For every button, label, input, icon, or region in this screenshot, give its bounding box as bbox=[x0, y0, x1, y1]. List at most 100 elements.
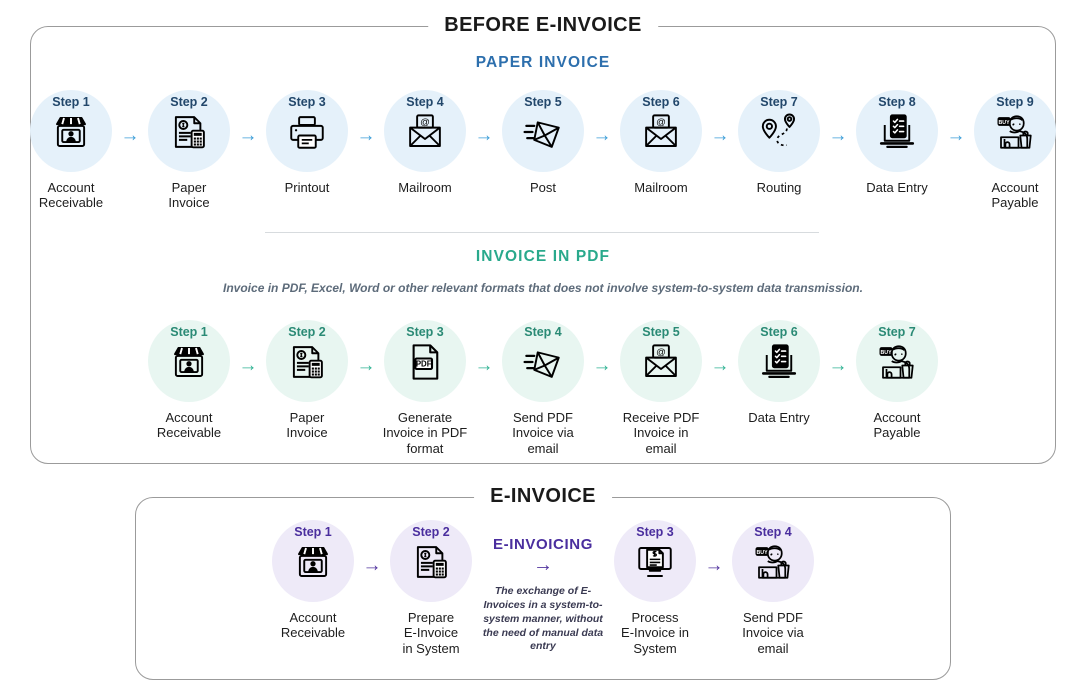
flow-step[interactable]: Step 3 PDF Generate Invoice in PDF format bbox=[379, 320, 471, 456]
step-number-label: Step 5 bbox=[642, 325, 680, 339]
step-caption: Mailroom bbox=[398, 180, 452, 195]
invoice-in-pdf-flow: Step 1 Account Receivable → Step 2 Paper Inv… bbox=[0, 320, 1086, 456]
storefront-icon bbox=[168, 341, 210, 383]
flow-step[interactable]: Step 4 Send PDF Invoice via email bbox=[497, 320, 589, 456]
einvoicing-label: E-INVOICING bbox=[493, 536, 593, 553]
storefront-icon bbox=[50, 111, 92, 153]
flow-step[interactable]: Step 2 Paper Invoice bbox=[143, 90, 235, 211]
shopper-buy-icon: BUY bbox=[876, 341, 918, 383]
flow-step[interactable]: Step 3 Printout bbox=[261, 90, 353, 195]
step-caption: Process E-Invoice in System bbox=[621, 610, 689, 656]
einvoicing-description: The exchange of E-Invoices in a system-t… bbox=[482, 585, 604, 653]
flow-step[interactable]: Step 1 Account Receivable bbox=[143, 320, 235, 441]
step-number-label: Step 2 bbox=[288, 325, 326, 339]
invoice-calculator-icon bbox=[286, 341, 328, 383]
step-number-label: Step 7 bbox=[878, 325, 916, 339]
step-caption: Printout bbox=[284, 180, 330, 195]
flow-step[interactable]: Step 7 BUY Account Payable bbox=[851, 320, 943, 441]
flow-arrow-icon: → bbox=[710, 355, 730, 376]
step-bubble: Step 1 bbox=[30, 90, 112, 172]
flow-step[interactable]: Step 4 @ Mailroom bbox=[379, 90, 471, 195]
flow-step[interactable]: Step 6 @ Mailroom bbox=[615, 90, 707, 195]
step-number-label: Step 6 bbox=[760, 325, 798, 339]
flow-step[interactable]: Step 2 Prepare E-Invoice in System bbox=[385, 520, 477, 656]
step-number-label: Step 5 bbox=[524, 95, 562, 109]
svg-text:PDF: PDF bbox=[416, 359, 432, 368]
paper-invoice-heading: PAPER INVOICE bbox=[475, 54, 611, 71]
svg-text:BUY: BUY bbox=[999, 119, 1011, 125]
flow-arrow-icon: → bbox=[946, 125, 966, 146]
flow-step[interactable]: Step 9 BUY Account Payable bbox=[969, 90, 1061, 211]
flow-step[interactable]: Step 7 Routing bbox=[733, 90, 825, 195]
step-caption: Account Receivable bbox=[156, 410, 222, 441]
flow-step[interactable]: Step 6 Data Entry bbox=[733, 320, 825, 425]
step-caption: Account Payable bbox=[873, 410, 921, 441]
step-caption: Generate Invoice in PDF format bbox=[382, 410, 468, 456]
svg-text:BUY: BUY bbox=[881, 349, 893, 355]
step-bubble: Step 4 @ bbox=[384, 90, 466, 172]
step-bubble: Step 7 bbox=[738, 90, 820, 172]
step-caption: Account Receivable bbox=[280, 610, 346, 641]
step-number-label: Step 3 bbox=[406, 325, 444, 339]
step-bubble: Step 3 bbox=[614, 520, 696, 602]
flow-arrow-icon: → bbox=[120, 125, 140, 146]
step-caption: Send PDF Invoice via email bbox=[742, 610, 804, 656]
flow-arrow-icon: → bbox=[710, 125, 730, 146]
step-number-label: Step 8 bbox=[878, 95, 916, 109]
flow-arrow-icon: → bbox=[362, 555, 382, 576]
step-number-label: Step 4 bbox=[754, 525, 792, 539]
flow-step[interactable]: Step 5 Post bbox=[497, 90, 589, 195]
paper-invoice-flow: Step 1 Account Receivable → Step 2 Paper Inv… bbox=[0, 90, 1086, 211]
step-number-label: Step 7 bbox=[760, 95, 798, 109]
step-bubble: Step 7 BUY bbox=[856, 320, 938, 402]
step-number-label: Step 2 bbox=[170, 95, 208, 109]
svg-text:@: @ bbox=[656, 117, 666, 128]
flow-arrow-icon: → bbox=[592, 125, 612, 146]
step-caption: Mailroom bbox=[634, 180, 688, 195]
einvoice-title: E-INVOICE bbox=[474, 485, 612, 508]
monitor-invoice-icon bbox=[634, 541, 676, 583]
email-envelope-icon: @ bbox=[404, 111, 446, 153]
einvoicing-arrow-icon: → bbox=[533, 554, 553, 576]
flow-arrow-icon: → bbox=[474, 355, 494, 376]
step-caption: Data Entry bbox=[748, 410, 810, 425]
before-einvoice-title: BEFORE E-INVOICE bbox=[428, 14, 658, 37]
step-number-label: Step 6 bbox=[642, 95, 680, 109]
step-caption: Account Receivable bbox=[38, 180, 104, 211]
step-bubble: Step 4 bbox=[502, 320, 584, 402]
step-number-label: Step 1 bbox=[52, 95, 90, 109]
flow-step[interactable]: Step 8 Data Entry bbox=[851, 90, 943, 195]
storefront-icon bbox=[292, 541, 334, 583]
email-envelope-icon: @ bbox=[640, 111, 682, 153]
invoice-calculator-icon bbox=[410, 541, 452, 583]
step-caption: Prepare E-Invoice in System bbox=[402, 610, 460, 656]
flow-step[interactable]: Step 5 @ Receive PDF Invoice in email bbox=[615, 320, 707, 456]
step-number-label: Step 1 bbox=[294, 525, 332, 539]
flow-arrow-icon: → bbox=[704, 555, 724, 576]
flow-arrow-icon: → bbox=[356, 125, 376, 146]
flow-arrow-icon: → bbox=[828, 355, 848, 376]
flow-arrow-icon: → bbox=[474, 125, 494, 146]
step-caption: Account Payable bbox=[991, 180, 1039, 211]
sending-envelope-icon bbox=[522, 111, 564, 153]
flow-step[interactable]: Step 1 Account Receivable bbox=[267, 520, 359, 641]
svg-text:BUY: BUY bbox=[757, 549, 769, 555]
flow-step[interactable]: Step 1 Account Receivable bbox=[25, 90, 117, 211]
shopper-buy-icon: BUY bbox=[752, 541, 794, 583]
step-bubble: Step 6 bbox=[738, 320, 820, 402]
flow-step[interactable]: Step 3 Process E-Invoice in System bbox=[609, 520, 701, 656]
svg-text:@: @ bbox=[420, 117, 430, 128]
flow-step[interactable]: Step 4 BUY Send PDF Invoice via email bbox=[727, 520, 819, 656]
step-number-label: Step 2 bbox=[412, 525, 450, 539]
flow-arrow-icon: → bbox=[592, 355, 612, 376]
svg-text:@: @ bbox=[656, 347, 666, 358]
flow-step[interactable]: Step 2 Paper Invoice bbox=[261, 320, 353, 441]
step-bubble: Step 5 bbox=[502, 90, 584, 172]
routing-pins-icon bbox=[758, 111, 800, 153]
flow-arrow-icon: → bbox=[356, 355, 376, 376]
laptop-checklist-icon bbox=[876, 111, 918, 153]
step-number-label: Step 1 bbox=[170, 325, 208, 339]
step-bubble: Step 1 bbox=[272, 520, 354, 602]
step-bubble: Step 6 @ bbox=[620, 90, 702, 172]
step-number-label: Step 4 bbox=[406, 95, 444, 109]
